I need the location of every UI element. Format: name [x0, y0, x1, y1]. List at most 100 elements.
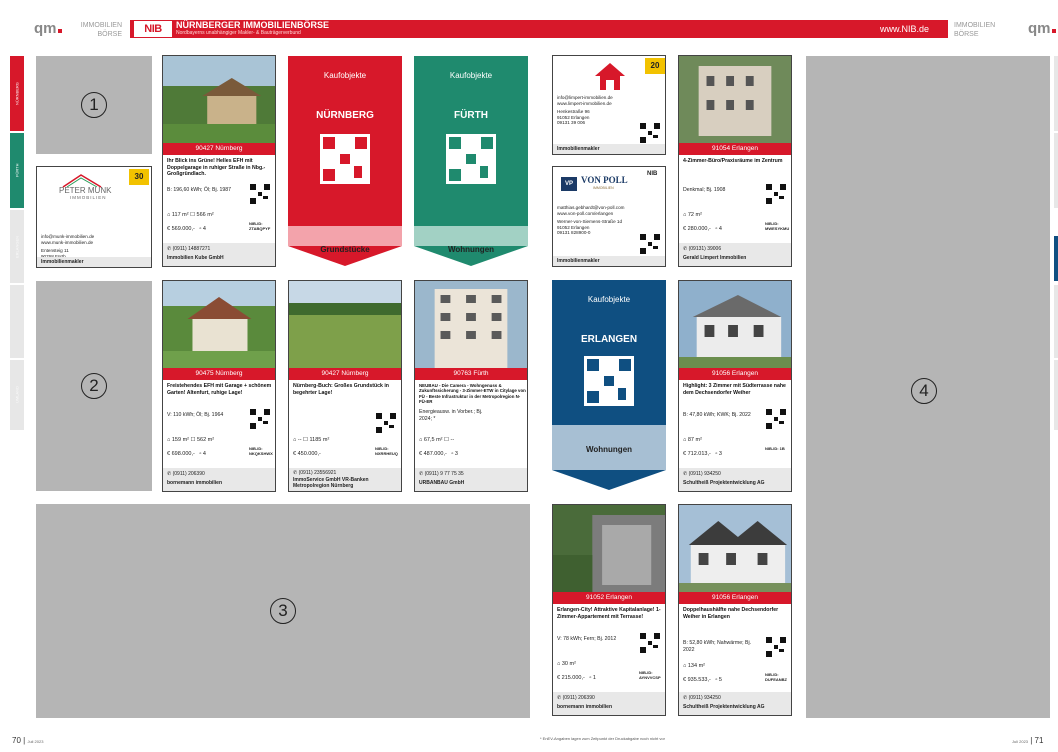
- listing-photo: [679, 505, 791, 592]
- listing-card[interactable]: 90427 Nürnberg Ihr Blick ins Grüne! Hell…: [162, 55, 276, 267]
- broker-logo-sub: IMMOBILIEN: [70, 195, 107, 200]
- banner-shape: [552, 280, 666, 490]
- broker-logo-text: VON POLL: [581, 175, 628, 185]
- slot-number: 2: [81, 373, 107, 399]
- category-banner-erlangen[interactable]: Kaufobjekte ERLANGEN Wohnungen: [552, 280, 666, 490]
- listing-price-value: € 215.000,-: [557, 675, 585, 681]
- side-tab-umland[interactable]: UMLAND: [10, 360, 24, 430]
- rooms-icon: ▫: [715, 677, 718, 683]
- listing-agent: Immobilien Kube GmbH: [167, 255, 224, 261]
- side-tab-fuerth[interactable]: FÜRTH: [10, 133, 24, 208]
- listing-card[interactable]: 90475 Nürnberg Freistehendes EFH mit Gar…: [162, 280, 276, 492]
- listing-area-value: 67,5 m² ☐ --: [423, 437, 455, 443]
- listing-title[interactable]: Ihr Blick ins Grüne! Helles EFH mit Dopp…: [167, 158, 275, 178]
- listing-phone[interactable]: ✆ (09131) 39006: [683, 246, 721, 252]
- broker-contact: matthias.gebhardt@von-poll.com www.von-p…: [557, 205, 624, 236]
- listing-phone[interactable]: ✆ (0911) 23556921: [293, 470, 336, 476]
- banner-category: Wohnungen: [585, 445, 633, 454]
- listing-card[interactable]: 90763 Fürth NEUBAU - Die Camera - Wohnge…: [414, 280, 528, 492]
- slot-number: 1: [81, 92, 107, 118]
- listing-price-value: € 487.000,-: [419, 451, 447, 457]
- broker-line: matthias.gebhardt@von-poll.com: [557, 205, 625, 210]
- banner-head: Kaufobjekte: [587, 295, 631, 304]
- anniversary-badge: 30: [129, 169, 149, 185]
- listing-rooms: 4: [202, 226, 206, 232]
- broker-footer: Immobilienmakler: [37, 257, 151, 267]
- listing-phone[interactable]: ✆ (0911) 206390: [167, 471, 205, 477]
- listing-energy: Energieausw. in Vorber.; Bj. 2024; *: [419, 409, 483, 422]
- listing-area-value: 30 m²: [561, 661, 576, 667]
- broker-line: www.munk-immobilien.de: [41, 239, 94, 245]
- rooms-icon: ▫: [715, 226, 718, 232]
- listing-price: € 569.000,- ▫ 4: [167, 226, 206, 232]
- category-banner-nuernberg[interactable]: Kaufobjekte NÜRNBERG Grundstücke: [288, 56, 402, 266]
- ad-slot-4: 4: [806, 56, 1050, 718]
- page-footer-left: 70 | Juli 2023: [12, 736, 44, 745]
- right-side-tab-active[interactable]: [1054, 236, 1058, 281]
- listing-area: ⌂ 117 m² ☐ 566 m²: [167, 212, 214, 218]
- listing-area: ⌂ 134 m²: [683, 663, 705, 669]
- listing-phone[interactable]: ✆ (0911) 934250: [683, 695, 721, 701]
- listing-title[interactable]: Freistehendes EFH mit Garage + schönem G…: [167, 383, 275, 396]
- right-side-tab[interactable]: [1054, 56, 1058, 131]
- listing-title[interactable]: Nürnberg-Buch: Großes Grundstück in bege…: [293, 383, 401, 396]
- qr-code-icon: [639, 632, 661, 654]
- listing-title[interactable]: Erlangen-City! Attraktive Kapitalanlage!…: [557, 607, 665, 620]
- banner-city: NÜRNBERG: [316, 110, 374, 121]
- listing-nib-id: NIB-ID: MWESYKMU: [765, 221, 790, 231]
- listing-price-value: € 698.000,-: [167, 451, 195, 457]
- listing-title[interactable]: Doppelhaushälfte nahe Dechsendorfer Weih…: [683, 607, 791, 620]
- category-banner-fuerth[interactable]: Kaufobjekte FÜRTH Wohnungen: [414, 56, 528, 266]
- broker-card-munk[interactable]: PETER MUNK IMMOBILIEN 30 info@munk-immob…: [36, 166, 152, 268]
- banner-category: Grundstücke: [320, 245, 370, 254]
- listing-phone[interactable]: ✆ (0911) 934250: [683, 471, 721, 477]
- right-side-tab[interactable]: [1054, 285, 1058, 358]
- listing-agent: bornemann immobilien: [167, 480, 223, 486]
- listing-phone[interactable]: ✆ (0911) 206390: [557, 695, 595, 701]
- header-url[interactable]: www.NIB.de: [880, 24, 929, 34]
- listing-area-value: 72 m²: [687, 212, 702, 218]
- right-side-tab[interactable]: [1054, 133, 1058, 208]
- listing-nib-id: NIB-ID: DUFEANBZ: [765, 672, 787, 682]
- listing-footer: ✆ (0911) 23556921 ImmoService GmbH VR-Ba…: [289, 468, 401, 491]
- listing-area-value: 87 m²: [687, 437, 702, 443]
- side-tab-erlangen[interactable]: ERLANGEN: [10, 210, 24, 283]
- rooms-icon: ▫: [451, 451, 454, 457]
- side-tab-nuernberg[interactable]: NÜRNBERG: [10, 56, 24, 131]
- listing-phone[interactable]: ✆ (0911) 14887271: [167, 246, 210, 252]
- qr-code-icon: [765, 183, 787, 205]
- listing-energy: V: 110 kWh; Öl; Bj. 1964: [167, 412, 224, 418]
- listing-title[interactable]: Highlight: 3 Zimmer mit Südterrasse nahe…: [683, 383, 791, 396]
- broker-footer: Immobilienmakler: [553, 256, 665, 266]
- listing-area: ⌂ 87 m²: [683, 437, 702, 443]
- listing-footer: ✆ (0911) 934250 Schultheiß Projektentwic…: [679, 468, 791, 491]
- listing-card[interactable]: 91054 Erlangen 4-Zimmer-Büro/Praxisräume…: [678, 55, 792, 267]
- listing-title[interactable]: NEUBAU - Die Camera - Wohngenuss & Zukun…: [419, 383, 527, 405]
- header-subtitle: Nordbayerns unabhängiger Makler- & Bautr…: [176, 30, 301, 36]
- listing-card[interactable]: 91052 Erlangen Erlangen-City! Attraktive…: [552, 504, 666, 716]
- listing-location: 91052 Erlangen: [553, 592, 665, 604]
- ad-slot-3: 3: [36, 504, 530, 718]
- ad-slot-2: 2: [36, 281, 152, 491]
- listing-area: ⌂ 72 m²: [683, 212, 702, 218]
- listing-area-value: 117 m² ☐ 566 m²: [171, 212, 214, 218]
- listing-phone[interactable]: ✆ (0911) 9 77 75 35: [419, 471, 464, 477]
- listing-card[interactable]: 91056 Erlangen Doppelhaushälfte nahe Dec…: [678, 504, 792, 716]
- listing-agent: URBANBAU GmbH: [419, 480, 465, 486]
- listing-photo: [163, 56, 275, 143]
- broker-line: www.limpert-immobilien.de: [557, 100, 612, 106]
- listing-card[interactable]: 90427 Nürnberg Nürnberg-Buch: Großes Gru…: [288, 280, 402, 492]
- broker-card-vonpoll[interactable]: VP VON POLL IMMOBILIEN NIB matthias.gebh…: [552, 166, 666, 267]
- right-side-tab[interactable]: [1054, 360, 1058, 430]
- listing-title[interactable]: 4-Zimmer-Büro/Praxisräume im Zentrum: [683, 158, 791, 165]
- side-tab-blank[interactable]: [10, 285, 24, 358]
- listing-energy: V: 78 kWh; Fern; Bj. 2012: [557, 636, 617, 642]
- listing-phone-value: (0911) 206390: [562, 695, 595, 701]
- listing-rooms: 4: [202, 451, 206, 457]
- qr-code-icon: [765, 636, 787, 658]
- page-number-right: 71: [1034, 736, 1044, 745]
- left-brand-line1: IMMOBILIEN: [80, 22, 122, 29]
- listing-card[interactable]: 91056 Erlangen Highlight: 3 Zimmer mit S…: [678, 280, 792, 492]
- broker-card-limpert[interactable]: 20 info@limpert-immobilien.de www.limper…: [552, 55, 666, 155]
- listing-energy: B: 196,60 kWh; Öl; Bj. 1987: [167, 187, 232, 193]
